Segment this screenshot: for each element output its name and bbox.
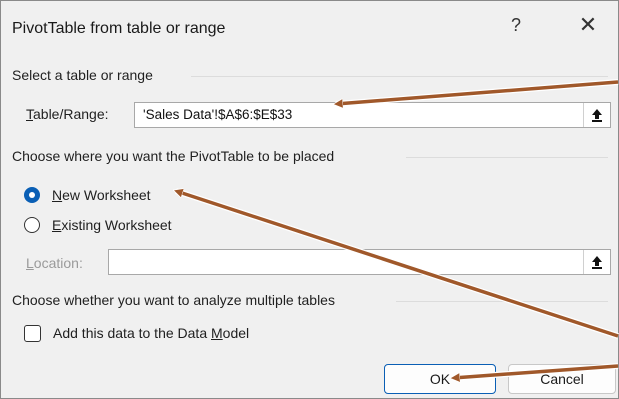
range-label: Table/Range: <box>26 106 109 122</box>
close-button[interactable]: ✕ <box>573 12 603 38</box>
model-section-divider <box>396 301 608 302</box>
placement-section-heading: Choose where you want the PivotTable to … <box>12 148 335 164</box>
model-section-heading: Choose whether you want to analyze multi… <box>12 292 335 308</box>
ok-button[interactable]: OK <box>384 364 496 394</box>
existing-worksheet-label: Existing Worksheet <box>52 217 172 233</box>
source-section-divider <box>191 76 608 77</box>
dialog-title: PivotTable from table or range <box>12 20 226 37</box>
location-input[interactable] <box>108 249 611 275</box>
pivottable-dialog: PivotTable from table or range ? ✕ Selec… <box>0 0 619 399</box>
location-label: Location: <box>26 255 83 271</box>
data-model-checkbox[interactable] <box>24 325 41 342</box>
cancel-button[interactable]: Cancel <box>508 364 616 394</box>
range-input[interactable]: 'Sales Data'!$A$6:$E$33 <box>134 102 611 128</box>
help-button[interactable]: ? <box>501 15 531 36</box>
collapse-dialog-icon <box>592 109 602 122</box>
range-value: 'Sales Data'!$A$6:$E$33 <box>143 107 293 122</box>
source-section-heading: Select a table or range <box>12 67 153 83</box>
new-worksheet-radio[interactable] <box>24 187 40 203</box>
new-worksheet-label: New Worksheet <box>52 187 151 203</box>
data-model-label: Add this data to the Data Model <box>53 325 250 341</box>
range-picker-button[interactable] <box>583 103 610 127</box>
placement-section-divider <box>406 157 608 158</box>
collapse-dialog-icon <box>592 256 602 269</box>
location-picker-button[interactable] <box>583 250 610 274</box>
title-bar: PivotTable from table or range ? ✕ <box>1 1 618 55</box>
existing-worksheet-radio[interactable] <box>24 217 40 233</box>
